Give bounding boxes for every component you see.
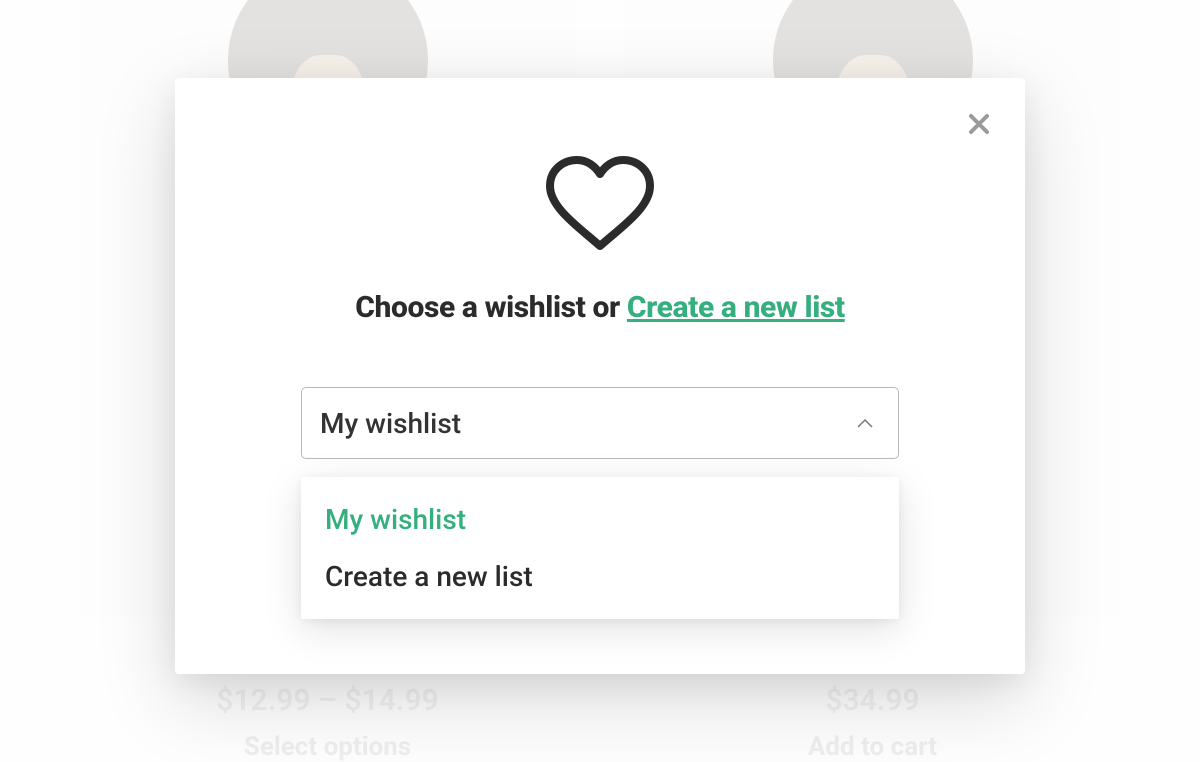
create-new-list-link[interactable]: Create a new list (627, 290, 845, 325)
modal-heading: Choose a wishlist or Create a new list (355, 290, 845, 325)
close-icon (967, 112, 991, 136)
select-value: My wishlist (320, 407, 461, 440)
dropdown-option-my-wishlist[interactable]: My wishlist (301, 491, 899, 548)
wishlist-select-wrap: My wishlist My wishlist Create a new lis… (301, 387, 899, 459)
heart-icon (540, 156, 660, 256)
dropdown-option-create-new-list[interactable]: Create a new list (301, 548, 899, 605)
heading-prefix: Choose a wishlist or (355, 290, 627, 325)
chevron-up-icon (856, 417, 874, 429)
close-button[interactable] (963, 108, 995, 140)
wishlist-select[interactable]: My wishlist (301, 387, 899, 459)
choose-wishlist-modal: Choose a wishlist or Create a new list M… (175, 78, 1025, 674)
wishlist-dropdown: My wishlist Create a new list (301, 477, 899, 619)
